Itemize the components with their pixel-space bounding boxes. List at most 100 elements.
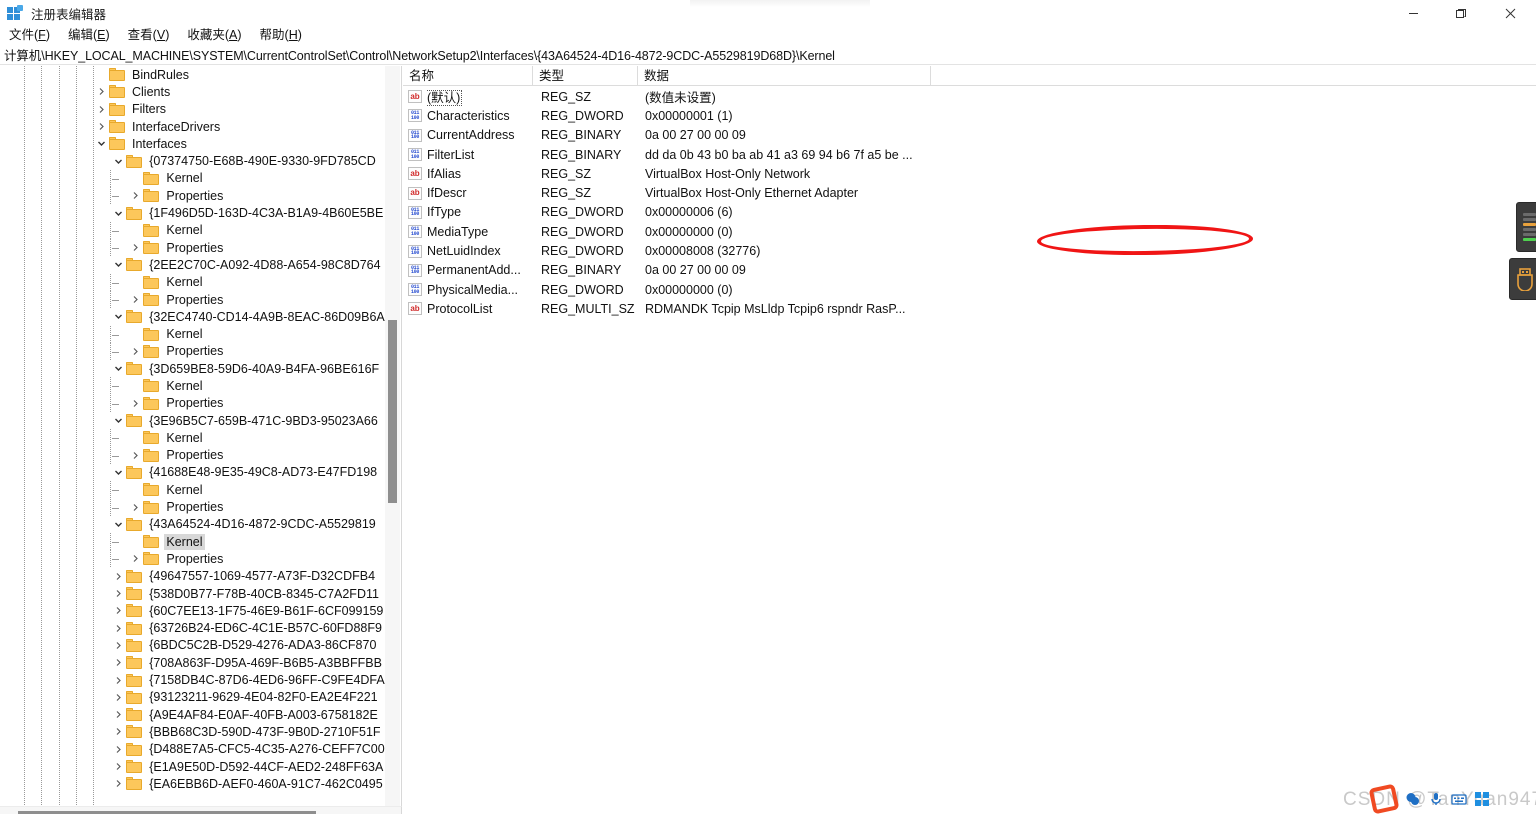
registry-values-pane[interactable]: 名称 类型 数据 ab (默认) REG_SZ (数值未设置) 011 100 Characte… [403,66,1536,816]
chevron-right-icon[interactable] [111,758,126,775]
registry-tree-pane[interactable]: BindRules Clients Filters InterfaceDrivers I… [0,66,402,806]
tree-node[interactable]: {D488E7A5-CFC5-4C35-A276-CEFF7C00 [0,741,386,758]
value-row[interactable]: 011 100 NetLuidIndex REG_DWORD 0x00008008 (3… [403,241,1536,260]
values-column-header-3[interactable]: 数据 [638,66,931,86]
chevron-right-icon[interactable] [94,83,109,100]
tree-node[interactable]: Interfaces [0,135,386,152]
value-row[interactable]: 011 100 IfType REG_DWORD 0x00000006 (6) [403,203,1536,222]
tree-node[interactable]: Properties [0,498,386,515]
tree-node[interactable]: {63726B24-ED6C-4C1E-B57C-60FD88F9 [0,620,386,637]
chevron-down-icon[interactable] [111,360,126,377]
value-row[interactable]: 011 100 PhysicalMedia... REG_DWORD 0x0000000… [403,280,1536,299]
tree-node[interactable]: {538D0B77-F78B-40CB-8345-C7A2FD11 [0,585,386,602]
tree-node[interactable]: Kernel [0,170,386,187]
chevron-right-icon[interactable] [111,672,126,689]
chevron-right-icon[interactable] [111,568,126,585]
tree-node[interactable]: {1F496D5D-163D-4C3A-B1A9-4B60E5BE [0,204,386,221]
value-row[interactable]: ab IfDescr REG_SZ VirtualBox Host-Only Ethe… [403,183,1536,202]
close-button[interactable] [1484,0,1536,26]
chevron-right-icon[interactable] [128,395,143,412]
tree-node[interactable]: {708A863F-D95A-469F-B6B5-A3BBFFBB [0,654,386,671]
tree-node[interactable]: {41688E48-9E35-49C8-AD73-E47FD198 [0,464,386,481]
chevron-right-icon[interactable] [111,706,126,723]
tree-node[interactable]: {BBB68C3D-590D-473F-9B0D-2710F51F [0,723,386,740]
value-row[interactable]: 011 100 PermanentAdd... REG_BINARY 0a 00 27 … [403,261,1536,280]
tree-node[interactable]: Kernel [0,325,386,342]
chevron-right-icon[interactable] [111,723,126,740]
value-row[interactable]: 011 100 CurrentAddress REG_BINARY 0a 00 27 0… [403,126,1536,145]
value-row[interactable]: ab (默认) REG_SZ (数值未设置) [403,87,1536,107]
tree-node[interactable]: Kernel [0,481,386,498]
chevron-right-icon[interactable] [111,585,126,602]
tree-node[interactable]: Clients [0,83,386,100]
chevron-right-icon[interactable] [128,239,143,256]
chevron-down-icon[interactable] [111,256,126,273]
tree-node[interactable]: Kernel [0,429,386,446]
tree-node[interactable]: {A9E4AF84-E0AF-40FB-A003-6758182E [0,706,386,723]
tree-node[interactable]: {3E96B5C7-659B-471C-9BD3-95023A66 [0,412,386,429]
chevron-right-icon[interactable] [128,499,143,516]
usb-devices-indicator[interactable] [1509,258,1536,300]
menu-item-4[interactable]: 收藏夹(A) [178,26,250,45]
chevron-down-icon[interactable] [111,516,126,533]
chevron-right-icon[interactable] [111,689,126,706]
tree-node[interactable]: InterfaceDrivers [0,118,386,135]
chevron-down-icon[interactable] [111,412,126,429]
tree-node[interactable]: Properties [0,395,386,412]
tree-node[interactable]: Properties [0,239,386,256]
chevron-right-icon[interactable] [111,602,126,619]
tree-node[interactable]: {E1A9E50D-D592-44CF-AED2-248FF63A [0,758,386,775]
value-row[interactable]: ab ProtocolList REG_MULTI_SZ RDMANDK Tcpip … [403,299,1536,318]
tree-node-selected[interactable]: Kernel [0,533,386,550]
tree-node[interactable]: {3D659BE8-59D6-40A9-B4FA-96BE616F [0,360,386,377]
tree-node[interactable]: {7158DB4C-87D6-4ED6-96FF-C9FE4DFA [0,671,386,688]
chevron-right-icon[interactable] [128,447,143,464]
chevron-right-icon[interactable] [128,187,143,204]
tree-node[interactable]: Kernel [0,222,386,239]
chevron-down-icon[interactable] [94,135,109,152]
chevron-right-icon[interactable] [94,118,109,135]
tree-node[interactable]: Kernel [0,377,386,394]
tree-vertical-scroll-thumb[interactable] [388,320,397,503]
tree-node[interactable]: Properties [0,550,386,567]
chevron-right-icon[interactable] [111,741,126,758]
tree-node[interactable]: Properties [0,343,386,360]
chevron-down-icon[interactable] [111,308,126,325]
tree-node[interactable]: {43A64524-4D16-4872-9CDC-A5529819 [0,516,386,533]
address-bar[interactable]: 计算机\HKEY_LOCAL_MACHINE\SYSTEM\CurrentCon… [0,45,1536,65]
tree-node[interactable]: {60C7EE13-1F75-46E9-B61F-6CF099159 [0,602,386,619]
tree-node[interactable]: BindRules [0,66,386,83]
menu-item-3[interactable]: 查看(V) [119,26,179,45]
value-row[interactable]: ab IfAlias REG_SZ VirtualBox Host-Only Netw… [403,164,1536,183]
value-row[interactable]: 011 100 Characteristics REG_DWORD 0x00000001… [403,106,1536,125]
tree-node[interactable]: Properties [0,187,386,204]
tree-node[interactable]: {2EE2C70C-A092-4D88-A654-98C8D764 [0,256,386,273]
tree-node[interactable]: {6BDC5C2B-D529-4276-ADA3-86CF870 [0,637,386,654]
tree-node[interactable]: Kernel [0,274,386,291]
menu-item-5[interactable]: 帮助(H) [251,26,311,45]
menu-item-1[interactable]: 文件(F) [0,26,59,45]
values-column-header-1[interactable]: 名称 [403,66,533,86]
chevron-right-icon[interactable] [111,620,126,637]
value-row[interactable]: 011 100 MediaType REG_DWORD 0x00000000 (0) [403,222,1536,241]
chevron-right-icon[interactable] [128,550,143,567]
tree-node[interactable]: {EA6EBB6D-AEF0-460A-91C7-462C0495 [0,775,386,792]
chevron-down-icon[interactable] [111,205,126,222]
tree-vertical-scrollbar[interactable] [385,66,400,806]
menu-item-2[interactable]: 编辑(E) [59,26,119,45]
chevron-right-icon[interactable] [94,101,109,118]
tree-node[interactable]: {49647557-1069-4577-A73F-D32CDFB4 [0,568,386,585]
value-row[interactable]: 011 100 FilterList REG_BINARY dd da 0b 43 b0… [403,145,1536,164]
tree-node[interactable]: {32EC4740-CD14-4A9B-8EAC-86D09B6A [0,308,386,325]
chevron-right-icon[interactable] [111,775,126,792]
chevron-right-icon[interactable] [128,291,143,308]
chevron-down-icon[interactable] [111,153,126,170]
chevron-down-icon[interactable] [111,464,126,481]
chevron-right-icon[interactable] [111,637,126,654]
minimize-button[interactable] [1390,0,1437,26]
tree-node[interactable]: {93123211-9629-4E04-82F0-EA2E4F221 [0,689,386,706]
values-column-header-2[interactable]: 类型 [533,66,638,86]
network-activity-indicator[interactable] [1516,202,1536,252]
chevron-right-icon[interactable] [111,654,126,671]
chevron-right-icon[interactable] [128,343,143,360]
